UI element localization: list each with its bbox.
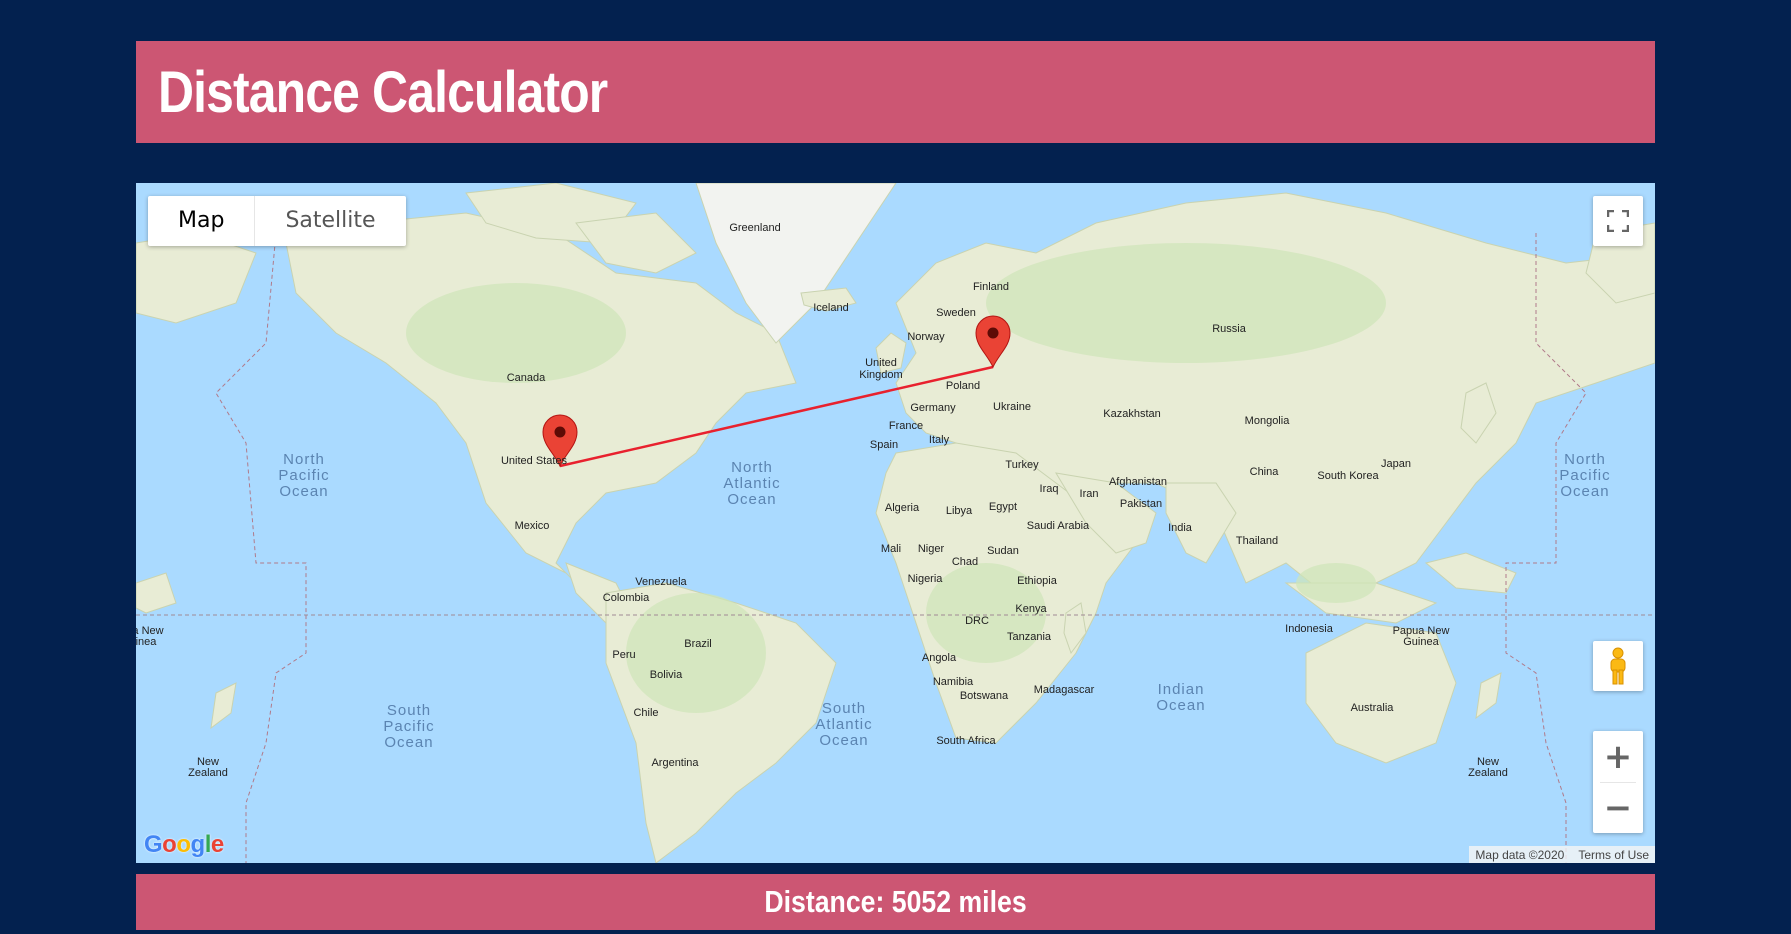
label-chad: Chad: [952, 556, 978, 568]
street-view-pegman-button[interactable]: [1593, 641, 1643, 691]
label-sudan: Sudan: [987, 545, 1019, 557]
label-peru: Peru: [612, 649, 635, 661]
label-mali: Mali: [881, 543, 901, 555]
label-north-pacific-right: North Pacific Ocean: [1559, 451, 1610, 500]
label-kazakhstan: Kazakhstan: [1103, 408, 1160, 420]
fullscreen-icon: [1607, 210, 1629, 232]
label-egypt: Egypt: [989, 501, 1017, 513]
label-iraq: Iraq: [1040, 483, 1059, 495]
world-basemap[interactable]: Greenland Iceland Finland Sweden Norway …: [136, 183, 1655, 863]
label-canada: Canada: [507, 372, 546, 384]
label-mongolia: Mongolia: [1245, 415, 1291, 427]
label-saudi-arabia: Saudi Arabia: [1027, 520, 1090, 532]
label-venezuela: Venezuela: [635, 576, 687, 588]
label-ethiopia: Ethiopia: [1017, 575, 1058, 587]
label-australia: Australia: [1351, 702, 1395, 714]
label-finland: Finland: [973, 281, 1009, 293]
label-north-atlantic: North Atlantic Ocean: [723, 459, 780, 508]
label-chile: Chile: [633, 707, 658, 719]
label-south-atlantic: South Atlantic Ocean: [815, 700, 872, 749]
label-indian-ocean: Indian Ocean: [1156, 681, 1205, 714]
label-brazil: Brazil: [684, 638, 712, 650]
label-niger: Niger: [918, 543, 945, 555]
label-china: China: [1250, 466, 1280, 478]
terms-of-use-link[interactable]: Terms of Use: [1578, 848, 1649, 862]
label-afghanistan: Afghanistan: [1109, 476, 1167, 488]
label-poland: Poland: [946, 380, 980, 392]
label-south-korea: South Korea: [1317, 470, 1379, 482]
label-nigeria: Nigeria: [908, 573, 944, 585]
label-russia: Russia: [1212, 323, 1247, 335]
label-pakistan: Pakistan: [1120, 498, 1162, 510]
label-north-pacific-left: North Pacific Ocean: [278, 451, 329, 500]
map-type-control: Map Satellite: [148, 196, 406, 246]
label-turkey: Turkey: [1005, 459, 1039, 471]
label-drc: DRC: [965, 615, 989, 627]
label-botswana: Botswana: [960, 690, 1009, 702]
label-madagascar: Madagascar: [1034, 684, 1095, 696]
label-namibia: Namibia: [933, 676, 974, 688]
label-spain: Spain: [870, 439, 898, 451]
label-argentina: Argentina: [651, 757, 699, 769]
header-banner: Distance Calculator: [136, 41, 1655, 143]
label-uk-line2: Kingdom: [859, 369, 902, 381]
label-italy: Italy: [929, 434, 950, 446]
zoom-in-button[interactable]: +: [1593, 732, 1643, 782]
label-united-states: United States: [501, 455, 568, 467]
label-indonesia: Indonesia: [1285, 623, 1334, 635]
label-libya: Libya: [946, 505, 973, 517]
map-view[interactable]: Greenland Iceland Finland Sweden Norway …: [136, 183, 1655, 863]
landmasses: [136, 183, 1655, 863]
label-sweden: Sweden: [936, 307, 976, 319]
label-png-left-line2: inea: [136, 636, 157, 648]
label-norway: Norway: [907, 331, 945, 343]
label-bolivia: Bolivia: [650, 669, 683, 681]
label-japan: Japan: [1381, 458, 1411, 470]
map-attribution: Map data ©2020 Terms of Use: [1469, 846, 1655, 863]
map-type-satellite-button[interactable]: Satellite: [255, 196, 405, 246]
label-kenya: Kenya: [1015, 603, 1047, 615]
map-data-text: Map data ©2020: [1475, 847, 1565, 862]
fullscreen-button[interactable]: [1593, 196, 1643, 246]
label-angola: Angola: [922, 652, 957, 664]
zoom-out-button[interactable]: −: [1593, 783, 1643, 833]
label-colombia: Colombia: [603, 592, 650, 604]
label-india: India: [1168, 522, 1193, 534]
label-thailand: Thailand: [1236, 535, 1278, 547]
label-algeria: Algeria: [885, 502, 920, 514]
map-type-map-button[interactable]: Map: [148, 196, 256, 246]
label-nz-left-line2: Zealand: [188, 767, 228, 779]
label-iceland: Iceland: [813, 302, 848, 314]
pegman-icon: [1610, 647, 1626, 685]
page-title: Distance Calculator: [158, 59, 608, 125]
label-nz-right-line2: Zealand: [1468, 767, 1508, 779]
label-mexico: Mexico: [515, 520, 550, 532]
label-south-pacific: South Pacific Ocean: [383, 702, 434, 751]
label-uk-line1: United: [865, 357, 897, 369]
distance-bar: Distance: 5052 miles: [136, 874, 1655, 930]
label-iran: Iran: [1080, 488, 1099, 500]
label-germany: Germany: [910, 402, 956, 414]
label-france: France: [889, 420, 923, 432]
label-ukraine: Ukraine: [993, 401, 1031, 413]
label-tanzania: Tanzania: [1007, 631, 1052, 643]
distance-text: Distance: 5052 miles: [764, 884, 1027, 919]
zoom-control: + −: [1593, 731, 1643, 833]
label-png-line2: Guinea: [1403, 636, 1439, 648]
label-greenland: Greenland: [729, 222, 780, 234]
google-logo[interactable]: Google: [144, 831, 224, 859]
label-south-africa: South Africa: [936, 735, 996, 747]
